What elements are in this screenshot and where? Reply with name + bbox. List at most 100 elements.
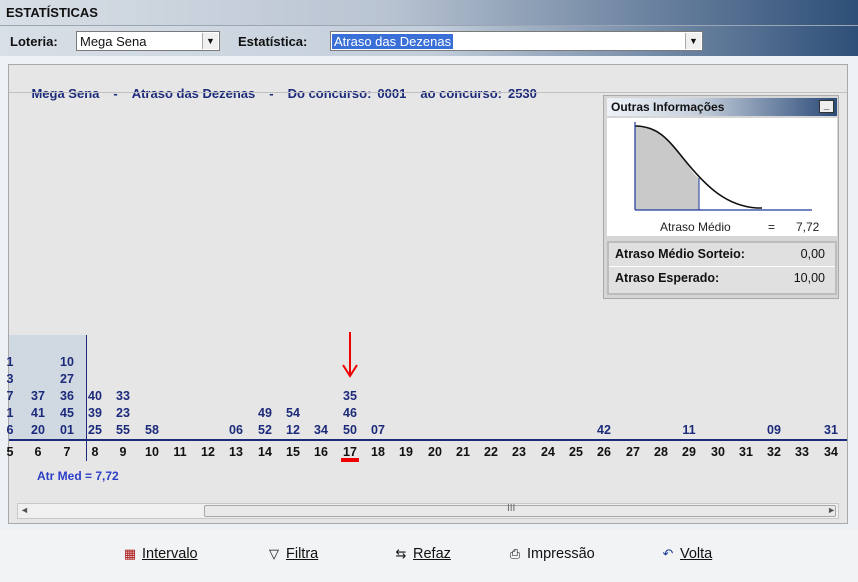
dezena-number: 49	[258, 406, 272, 420]
scroll-right-icon[interactable]: ►	[827, 505, 836, 515]
dezena-number: 42	[597, 423, 611, 437]
dezena-number: 33	[116, 389, 130, 403]
delay-column-label: 29	[682, 445, 696, 459]
delay-column-label: 16	[314, 445, 328, 459]
loteria-label: Loteria:	[10, 34, 58, 49]
headline-from-label: Do concurso:	[287, 86, 372, 101]
delay-column-label: 24	[541, 445, 555, 459]
delay-column-label: 12	[201, 445, 215, 459]
estatistica-select[interactable]: Atraso das Dezenas ▼	[330, 31, 703, 51]
back-icon: ↶	[662, 546, 674, 561]
window-titlebar: ESTATÍSTICAS	[0, 0, 858, 26]
dezena-number: 54	[286, 406, 300, 420]
impressao-button[interactable]: ⎙ Impressão	[507, 546, 595, 562]
delay-column-label: 19	[399, 445, 413, 459]
delay-column-label: 23	[512, 445, 526, 459]
arrow-down-icon	[342, 332, 358, 378]
atraso-medio-equals: =	[768, 220, 776, 234]
delay-column-label: 15	[286, 445, 300, 459]
delay-column-label: 20	[428, 445, 442, 459]
dezena-number: 12	[286, 423, 300, 437]
estatistica-label: Estatística:	[238, 34, 308, 49]
headline-dash: -	[113, 86, 118, 101]
delay-column-label: 26	[597, 445, 611, 459]
dezena-number: 07	[371, 423, 385, 437]
info-panel: Outras Informações _ Atraso Médio = 7,72…	[603, 95, 839, 299]
dezena-number: 41	[31, 406, 45, 420]
delay-column-label: 13	[229, 445, 243, 459]
scrollbar-thumb[interactable]: III	[204, 503, 836, 517]
dezena-number: 50	[343, 423, 357, 437]
filtra-button[interactable]: ▽ Filtra	[266, 546, 318, 562]
scrollbar-grip-icon: III	[507, 503, 516, 514]
intervalo-button[interactable]: ▦ Intervalo	[122, 546, 198, 562]
estatistica-select-value: Atraso das Dezenas	[332, 34, 454, 49]
dezena-number: 35	[343, 389, 357, 403]
loteria-select[interactable]: Mega Sena ▼	[76, 31, 220, 51]
minimize-button[interactable]: _	[819, 100, 834, 113]
dezena-number: 1	[6, 355, 14, 369]
stat-row-esperado: Atraso Esperado: 10,00	[615, 271, 825, 285]
chevron-down-icon[interactable]: ▼	[685, 33, 701, 49]
chevron-down-icon[interactable]: ▼	[202, 33, 218, 49]
delay-column-label: 22	[484, 445, 498, 459]
scroll-left-icon[interactable]: ◄	[20, 505, 29, 515]
delay-column-label: 25	[569, 445, 583, 459]
footer-bar: ▦ Intervalo ▽ Filtra ⇆ Refaz ⎙ Impressão…	[0, 530, 858, 582]
refaz-button[interactable]: ⇆ Refaz	[393, 546, 451, 562]
dezena-number: 36	[60, 389, 74, 403]
dezena-number: 20	[31, 423, 45, 437]
headline-lottery: Mega Sena	[31, 86, 100, 101]
dezena-number: 01	[60, 423, 74, 437]
stat-row-medio-sorteio: Atraso Médio Sorteio: 0,00	[615, 247, 825, 261]
headline-stat: Atraso das Dezenas	[131, 86, 256, 101]
delay-column-label: 27	[626, 445, 640, 459]
filter-icon: ▽	[269, 546, 279, 561]
info-panel-title-text: Outras Informações	[611, 100, 725, 114]
range-icon: ▦	[123, 546, 137, 561]
stat-label: Atraso Esperado:	[615, 271, 720, 285]
headline-from-value: 0001	[377, 86, 407, 101]
delay-column-label: 33	[795, 445, 809, 459]
delay-column-label: 7	[63, 445, 71, 459]
atraso-medio-value: 7,72	[796, 220, 820, 234]
dezena-number: 27	[60, 372, 74, 386]
headline-to-value: 2530	[507, 86, 537, 101]
dezena-number: 1	[6, 406, 14, 420]
dezena-number: 25	[88, 423, 102, 437]
dezena-number: 58	[145, 423, 159, 437]
dezena-number: 10	[60, 355, 74, 369]
delay-column-label: 6	[34, 445, 42, 459]
delay-column-label: 18	[371, 445, 385, 459]
window-title: ESTATÍSTICAS	[6, 5, 98, 20]
stat-summary: Atraso Médio Sorteio: 0,00 Atraso Espera…	[607, 241, 837, 295]
delay-column-label: 10	[145, 445, 159, 459]
dezena-number: 11	[682, 423, 696, 437]
dezena-number: 55	[116, 423, 130, 437]
loteria-select-value: Mega Sena	[80, 34, 147, 49]
report-headline: Mega Sena - Atraso das Dezenas - Do concurso…	[17, 71, 551, 116]
delay-column-label: 8	[91, 445, 99, 459]
headline-to-label: ao concurso:	[420, 86, 502, 101]
refaz-label: Refaz	[413, 546, 451, 562]
stat-value: 10,00	[793, 271, 825, 285]
dezena-number: 7	[6, 389, 14, 403]
delay-column-label: 11	[173, 445, 187, 459]
filtra-label: Filtra	[286, 546, 319, 562]
dezena-number: 34	[314, 423, 328, 437]
headline-divider	[9, 92, 847, 93]
delay-column-label: 17	[343, 445, 357, 459]
delay-column-label: 21	[456, 445, 470, 459]
volta-button[interactable]: ↶ Volta	[660, 546, 713, 562]
highlight-underline	[341, 458, 359, 462]
dezena-number: 31	[824, 423, 838, 437]
delay-column-label: 30	[711, 445, 725, 459]
horizontal-scrollbar[interactable]: ◄ III ►	[17, 503, 839, 519]
toolbar: Loteria: Mega Sena ▼ Estatística: Atraso…	[0, 26, 858, 56]
dezena-number: 37	[31, 389, 45, 403]
headline-dash: -	[269, 86, 274, 101]
dezena-number: 45	[60, 406, 74, 420]
delay-column-label: 14	[258, 445, 272, 459]
stat-label: Atraso Médio Sorteio:	[615, 247, 745, 261]
dezena-number: 52	[258, 423, 272, 437]
